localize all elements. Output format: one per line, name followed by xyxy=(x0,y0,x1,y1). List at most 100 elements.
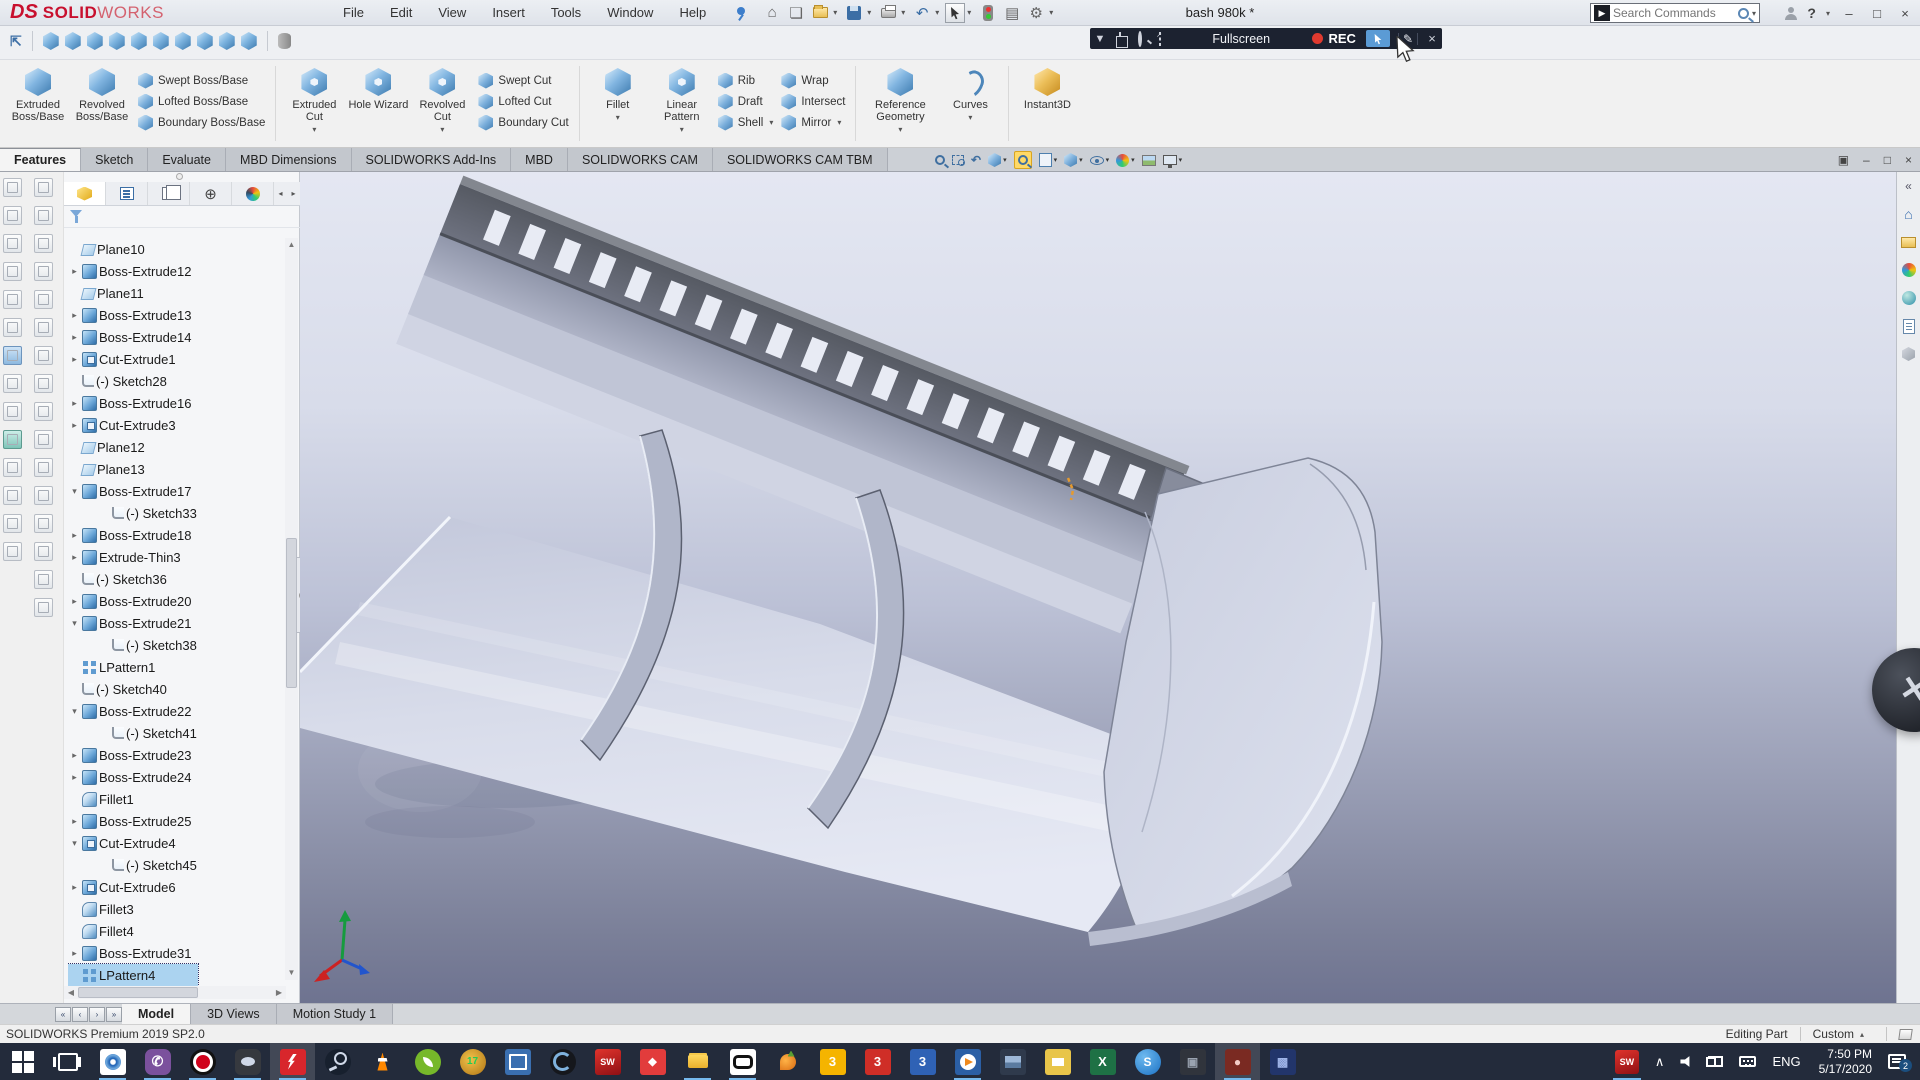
undo-icon[interactable]: ↶ xyxy=(911,3,933,23)
volume-icon[interactable] xyxy=(1672,1043,1700,1080)
tree-item[interactable]: Plane12 xyxy=(68,436,283,458)
start-button[interactable] xyxy=(0,1043,45,1080)
left-toolbar-icon[interactable] xyxy=(3,346,22,365)
left-toolbar-icon[interactable] xyxy=(3,430,22,449)
menu-insert[interactable]: Insert xyxy=(479,1,538,24)
section-view-icon[interactable]: ▾ xyxy=(988,153,1007,167)
orientation-arrow-icon[interactable]: ⇱ xyxy=(10,33,22,50)
left-toolbar-icon[interactable] xyxy=(34,402,53,421)
tray-solidworks-icon[interactable]: SW xyxy=(1607,1043,1647,1080)
taskbar-app-recorder2-icon[interactable]: ● xyxy=(1215,1043,1260,1080)
hidden-icons-chevron[interactable]: ∧ xyxy=(1647,1043,1673,1080)
display-icon[interactable] xyxy=(1700,1043,1731,1080)
new-document-icon[interactable]: ❏ xyxy=(785,3,807,23)
collapse-chevrons-icon[interactable]: « xyxy=(1901,178,1917,194)
scroll-up-icon[interactable]: ▲ xyxy=(285,238,298,252)
taskbar-app-vlc-icon[interactable] xyxy=(360,1043,405,1080)
tree-item[interactable]: Plane13 xyxy=(68,458,283,480)
linear-pattern-button[interactable]: Linear Pattern▾ xyxy=(650,64,714,134)
cursor-highlight-button[interactable] xyxy=(1366,30,1390,47)
view-cube-icon[interactable] xyxy=(43,32,59,50)
open-icon[interactable] xyxy=(809,3,831,23)
lofted-cut-button[interactable]: Lofted Cut xyxy=(478,91,568,112)
edit-appearance-icon[interactable]: ▾ xyxy=(1116,154,1135,167)
left-toolbar-icon[interactable] xyxy=(3,178,22,197)
reference-geometry-button[interactable]: Reference Geometry▾ xyxy=(862,64,938,134)
tab-mbd[interactable]: MBD xyxy=(511,148,568,171)
taskbar-app-solidworks-icon[interactable]: SW xyxy=(585,1043,630,1080)
tree-item[interactable]: ▸Extrude-Thin3 xyxy=(68,546,283,568)
tree-item[interactable]: (-) Sketch40 xyxy=(68,678,283,700)
instant3d-button[interactable]: Instant3D xyxy=(1015,64,1079,111)
rebuild-icon[interactable] xyxy=(977,3,999,23)
menu-file[interactable]: File xyxy=(330,1,377,24)
taskbar-app-tracon-icon[interactable] xyxy=(90,1043,135,1080)
pin-icon[interactable] xyxy=(733,6,747,20)
scroll-left-icon[interactable]: ◀ xyxy=(64,988,78,997)
boundary-boss-base-button[interactable]: Boundary Boss/Base xyxy=(138,112,265,133)
search-commands-input[interactable] xyxy=(1613,6,1738,20)
close-button[interactable]: × xyxy=(1896,6,1914,21)
taskbar-app-cinema4d-icon[interactable] xyxy=(540,1043,585,1080)
menu-tools[interactable]: Tools xyxy=(538,1,594,24)
mirror-button[interactable]: Mirror▾ xyxy=(781,112,845,133)
tab-evaluate[interactable]: Evaluate xyxy=(148,148,226,171)
tree-item[interactable]: Fillet3 xyxy=(68,898,283,920)
tree-item[interactable]: (-) Sketch41 xyxy=(68,722,283,744)
help-dropdown-icon[interactable]: ▾ xyxy=(1826,9,1830,18)
view-orientation-icon[interactable]: ▾ xyxy=(1039,153,1058,167)
extruded-cut-button[interactable]: Extruded Cut▾ xyxy=(282,64,346,134)
tree-item[interactable]: ▸Cut-Extrude1 xyxy=(68,348,283,370)
left-toolbar-icon[interactable] xyxy=(34,318,53,337)
left-toolbar-icon[interactable] xyxy=(3,402,22,421)
tree-item[interactable]: ▾Boss-Extrude17 xyxy=(68,480,283,502)
tree-item[interactable]: Fillet4 xyxy=(68,920,283,942)
tab-features[interactable]: Features xyxy=(0,148,81,171)
tree-tabs-right-icon[interactable]: ▸ xyxy=(291,189,295,198)
rib-button[interactable]: Rib xyxy=(718,70,774,91)
forum-cube-icon[interactable] xyxy=(1902,347,1915,361)
menu-view[interactable]: View xyxy=(425,1,479,24)
doc-minimize-button[interactable]: – xyxy=(1863,153,1870,167)
left-toolbar-icon[interactable] xyxy=(34,346,53,365)
curves-button[interactable]: Curves▾ xyxy=(938,64,1002,122)
tree-item[interactable]: ▸Boss-Extrude31 xyxy=(68,942,283,964)
units-caret-icon[interactable]: ▴ xyxy=(1860,1030,1864,1039)
display-style-icon[interactable]: ▾ xyxy=(1064,153,1083,167)
left-toolbar-icon[interactable] xyxy=(3,318,22,337)
tree-horizontal-scrollbar[interactable]: ◀ ▶ xyxy=(64,986,286,999)
configuration-manager-tab[interactable] xyxy=(148,182,190,205)
recorder-region-icon[interactable] xyxy=(1150,33,1170,45)
hide-show-items-icon[interactable]: ▾ xyxy=(1090,156,1110,165)
intersect-button[interactable]: Intersect xyxy=(781,91,845,112)
draft-button[interactable]: Draft xyxy=(718,91,774,112)
menu-help[interactable]: Help xyxy=(666,1,719,24)
scroll-right-icon[interactable]: ▶ xyxy=(272,988,286,997)
view-cube-icon[interactable] xyxy=(197,32,213,50)
previous-view-icon[interactable]: ↶ xyxy=(971,155,981,165)
swept-cut-button[interactable]: Swept Cut xyxy=(478,70,568,91)
taskbar-app-navy-icon[interactable]: ▩ xyxy=(1260,1043,1305,1080)
tree-item[interactable]: ▸Boss-Extrude24 xyxy=(68,766,283,788)
tree-item[interactable]: Plane10 xyxy=(68,238,283,260)
appearances-ball-icon[interactable] xyxy=(1902,291,1916,305)
taskbar-app-fl-studio-icon[interactable] xyxy=(765,1043,810,1080)
left-toolbar-icon[interactable] xyxy=(34,234,53,253)
taskbar-app-red-diamond-icon[interactable]: ◆ xyxy=(630,1043,675,1080)
view-cube-icon[interactable] xyxy=(131,32,147,50)
doc-restore-button[interactable]: □ xyxy=(1884,153,1891,167)
display-manager-tab[interactable] xyxy=(232,182,274,205)
swept-boss-base-button[interactable]: Swept Boss/Base xyxy=(138,70,265,91)
left-toolbar-icon[interactable] xyxy=(34,486,53,505)
taskbar-app-steam-icon[interactable] xyxy=(315,1043,360,1080)
graphics-viewport[interactable]: « ⌂ ✕ xyxy=(300,172,1920,1003)
status-units-selector[interactable]: Custom xyxy=(1813,1027,1854,1041)
tree-tabs-left-icon[interactable]: ◂ xyxy=(278,189,282,198)
tree-item[interactable]: ▸Boss-Extrude14 xyxy=(68,326,283,348)
tree-item[interactable]: ▸Boss-Extrude18 xyxy=(68,524,283,546)
menu-edit[interactable]: Edit xyxy=(377,1,425,24)
left-toolbar-icon[interactable] xyxy=(34,458,53,477)
notification-center-icon[interactable]: 2 xyxy=(1888,1054,1906,1069)
restore-button[interactable]: □ xyxy=(1868,6,1886,21)
tree-item[interactable]: ▸Boss-Extrude16 xyxy=(68,392,283,414)
